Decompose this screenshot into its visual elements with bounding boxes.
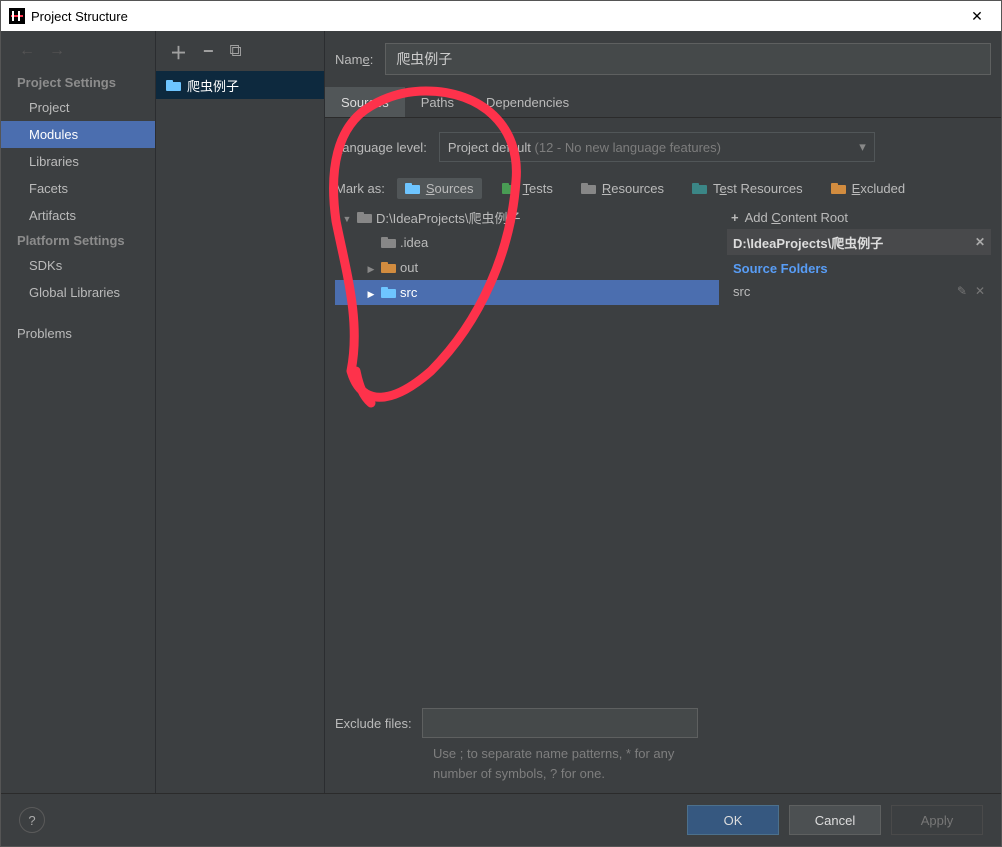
source-folders-header: Source Folders: [727, 255, 991, 280]
nav-sdks[interactable]: SDKs: [1, 252, 155, 279]
tree-label: out: [400, 260, 418, 275]
settings-nav: ← → Project Settings Project Modules Lib…: [1, 31, 156, 793]
content-root-header: D:\IdeaProjects\爬虫例子 ✕: [727, 229, 991, 255]
tree-row[interactable]: out: [335, 255, 719, 280]
test-resources-folder-icon: [692, 183, 707, 194]
module-list: ＋ − ⧉ 爬虫例子: [156, 31, 325, 793]
add-module-icon[interactable]: ＋: [170, 39, 187, 64]
nav-facets[interactable]: Facets: [1, 175, 155, 202]
apply-button[interactable]: Apply: [891, 805, 983, 835]
mark-sources-button[interactable]: Sources: [397, 178, 482, 199]
exclude-files-input[interactable]: [422, 708, 698, 738]
exclude-hint: Use ; to separate name patterns, * for a…: [433, 744, 713, 783]
add-content-root-button[interactable]: + Add Content Root: [727, 205, 991, 229]
mark-resources-button[interactable]: Resources: [573, 178, 672, 199]
module-folder-icon: [166, 80, 181, 91]
copy-module-icon[interactable]: ⧉: [230, 41, 242, 61]
cancel-button[interactable]: Cancel: [789, 805, 881, 835]
nav-section-platform: Platform Settings: [1, 229, 155, 252]
expand-icon[interactable]: [365, 285, 377, 300]
tree-label: src: [400, 285, 417, 300]
name-label: Name:: [335, 52, 373, 67]
mark-tests-button[interactable]: Tests: [494, 178, 561, 199]
nav-artifacts[interactable]: Artifacts: [1, 202, 155, 229]
nav-section-project: Project Settings: [1, 71, 155, 94]
language-level-select[interactable]: Project default (12 - No new language fe…: [439, 132, 875, 162]
tree-label: D:\IdeaProjects\爬虫例子: [376, 208, 521, 227]
nav-problems[interactable]: Problems: [1, 320, 155, 347]
folder-icon: [381, 287, 396, 298]
tab-dependencies[interactable]: Dependencies: [470, 87, 585, 117]
resources-folder-icon: [581, 183, 596, 194]
nav-modules[interactable]: Modules: [1, 121, 155, 148]
expand-icon[interactable]: [365, 260, 377, 275]
folder-icon: [381, 262, 396, 273]
tab-sources[interactable]: Sources: [325, 87, 405, 117]
help-button[interactable]: ?: [19, 807, 45, 833]
source-folder-item[interactable]: src ✎ ✕: [727, 280, 991, 302]
module-tabs: Sources Paths Dependencies: [325, 87, 1001, 118]
window-title: Project Structure: [25, 9, 961, 24]
module-item-label: 爬虫例子: [187, 76, 239, 95]
tree-row[interactable]: .idea: [335, 230, 719, 255]
title-bar: Project Structure ✕: [1, 1, 1001, 31]
content-tree[interactable]: D:\IdeaProjects\爬虫例子 .idea out: [335, 205, 719, 698]
content-root-path: D:\IdeaProjects\爬虫例子: [733, 233, 883, 252]
module-detail: Name: Sources Paths Dependencies Languag…: [325, 31, 1001, 793]
mark-excluded-button[interactable]: Excluded: [823, 178, 913, 199]
source-folder-label: src: [733, 284, 750, 299]
language-level-label: Language level:: [335, 140, 427, 155]
excluded-folder-icon: [831, 183, 846, 194]
tree-row[interactable]: src: [335, 280, 719, 305]
chevron-down-icon: ▾: [859, 139, 866, 155]
ok-button[interactable]: OK: [687, 805, 779, 835]
content-root-panel: + Add Content Root D:\IdeaProjects\爬虫例子 …: [727, 205, 991, 698]
project-structure-dialog: Project Structure ✕ ← → Project Settings…: [0, 0, 1002, 847]
tree-label: .idea: [400, 235, 428, 250]
exclude-files-label: Exclude files:: [335, 716, 412, 731]
nav-project[interactable]: Project: [1, 94, 155, 121]
plus-icon: +: [731, 210, 739, 225]
back-icon[interactable]: ←: [19, 42, 35, 60]
nav-global-libraries[interactable]: Global Libraries: [1, 279, 155, 306]
remove-content-root-icon[interactable]: ✕: [975, 235, 985, 249]
folder-icon: [381, 237, 396, 248]
dialog-footer: ? OK Cancel Apply: [1, 793, 1001, 846]
remove-source-icon[interactable]: ✕: [975, 284, 985, 298]
nav-libraries[interactable]: Libraries: [1, 148, 155, 175]
forward-icon[interactable]: →: [49, 42, 65, 60]
remove-module-icon[interactable]: −: [203, 41, 214, 62]
edit-source-icon[interactable]: ✎: [957, 284, 967, 298]
tree-row[interactable]: D:\IdeaProjects\爬虫例子: [335, 205, 719, 230]
mark-as-toolbar: Mark as: Sources Tests Resources: [335, 178, 991, 199]
tests-folder-icon: [502, 183, 517, 194]
mark-as-label: Mark as:: [335, 181, 385, 196]
folder-icon: [357, 212, 372, 223]
sources-folder-icon: [405, 183, 420, 194]
tab-paths[interactable]: Paths: [405, 87, 470, 117]
close-icon[interactable]: ✕: [961, 8, 993, 25]
module-item[interactable]: 爬虫例子: [156, 71, 324, 99]
expand-icon[interactable]: [341, 210, 353, 225]
module-name-input[interactable]: [385, 43, 991, 75]
intellij-icon: [9, 8, 25, 24]
mark-test-resources-button[interactable]: Test Resources: [684, 178, 811, 199]
